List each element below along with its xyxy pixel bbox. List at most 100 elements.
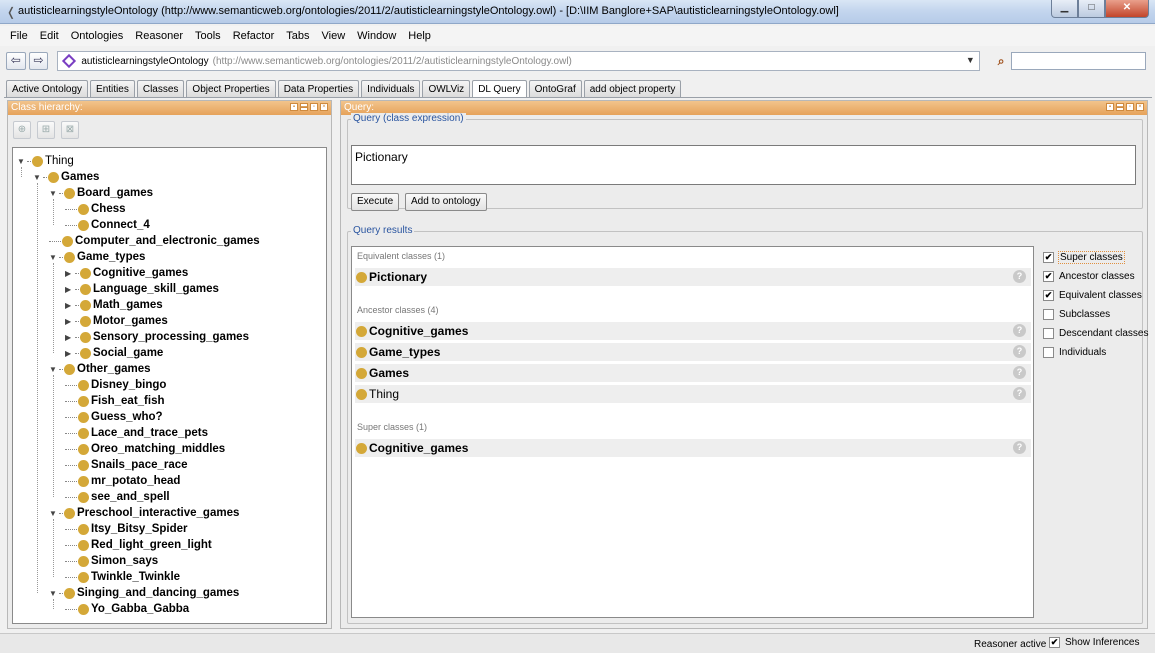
panel-minimize-icon[interactable]: ▬ [1116,103,1124,111]
tree-node[interactable]: ▶ Cognitive_games [65,265,188,281]
tab-active-ontology[interactable]: Active Ontology [6,80,89,98]
expand-triangle-icon[interactable]: ▶ [65,333,75,342]
menu-tools[interactable]: Tools [195,30,221,42]
add-to-ontology-button[interactable]: Add to ontology [405,193,487,211]
expand-triangle-icon[interactable]: ▶ [65,285,75,294]
explain-question-icon[interactable]: ? [1013,366,1026,379]
chevron-down-icon[interactable]: ▼ [966,55,975,65]
tree-node[interactable]: Chess [65,201,126,217]
collapse-triangle-icon[interactable]: ▼ [49,589,59,598]
tree-node[interactable]: Snails_pace_race [65,457,188,473]
tree-node[interactable]: ▶ Sensory_processing_games [65,329,249,345]
add-subclass-icon[interactable]: ⊕ [13,121,31,139]
add-sibling-icon[interactable]: ⊞ [37,121,55,139]
result-row[interactable]: Thing? [355,385,1031,403]
show-inferences-checkbox[interactable]: ✔ [1049,637,1060,648]
panel-pin-icon[interactable]: ▪ [1106,103,1114,111]
tree-node[interactable]: Oreo_matching_middles [65,441,225,457]
menu-view[interactable]: View [322,30,346,42]
tree-node[interactable]: ▶ Motor_games [65,313,168,329]
tab-entities[interactable]: Entities [90,80,135,98]
expand-triangle-icon[interactable]: ▶ [65,269,75,278]
menu-file[interactable]: File [10,30,28,42]
option-ancestor-classes[interactable]: ✔ Ancestor classes [1043,267,1149,285]
tree-node[interactable]: ▼ Other_games [49,361,151,377]
option-subclasses[interactable]: Subclasses [1043,305,1149,323]
option-checkbox[interactable]: ✔ [1043,289,1054,301]
menu-reasoner[interactable]: Reasoner [135,30,183,42]
close-button[interactable]: ✕ [1105,0,1149,18]
collapse-triangle-icon[interactable]: ▼ [49,253,59,262]
explain-question-icon[interactable]: ? [1013,324,1026,337]
panel-minimize-icon[interactable]: ▬ [300,103,308,111]
tab-classes[interactable]: Classes [136,80,185,98]
minimize-button[interactable]: ▁ [1051,0,1078,18]
option-checkbox[interactable]: ✔ [1043,251,1054,263]
binoculars-icon[interactable]: ⌕ [998,54,1005,69]
tree-node[interactable]: ▶ Math_games [65,297,163,313]
explain-question-icon[interactable]: ? [1013,345,1026,358]
tree-node[interactable]: ▼ Board_games [49,185,153,201]
menu-tabs[interactable]: Tabs [286,30,309,42]
option-equivalent-classes[interactable]: ✔ Equivalent classes [1043,286,1149,304]
tree-node[interactable]: ▶ Social_game [65,345,163,361]
tree-node[interactable]: ▼ Thing [17,153,74,169]
option-checkbox[interactable] [1043,327,1054,339]
option-individuals[interactable]: Individuals [1043,343,1149,361]
tree-node[interactable]: ▼ Preschool_interactive_games [49,505,239,521]
panel-float-icon[interactable]: ▫ [1126,103,1134,111]
tree-node[interactable]: Guess_who? [65,409,163,425]
back-button[interactable]: ⇦ [6,52,26,70]
tree-node[interactable]: Twinkle_Twinkle [65,569,180,585]
tree-node[interactable]: see_and_spell [65,489,170,505]
explain-question-icon[interactable]: ? [1013,270,1026,283]
menu-help[interactable]: Help [408,30,431,42]
panel-pin-icon[interactable]: ▪ [290,103,298,111]
option-checkbox[interactable]: ✔ [1043,270,1054,282]
option-checkbox[interactable] [1043,308,1054,320]
collapse-triangle-icon[interactable]: ▼ [17,157,27,166]
collapse-triangle-icon[interactable]: ▼ [49,189,59,198]
panel-close-icon[interactable]: × [1136,103,1144,111]
collapse-triangle-icon[interactable]: ▼ [49,365,59,374]
menu-ontologies[interactable]: Ontologies [71,30,124,42]
result-row[interactable]: Cognitive_games? [355,322,1031,340]
menu-edit[interactable]: Edit [40,30,59,42]
panel-float-icon[interactable]: ▫ [310,103,318,111]
result-row[interactable]: Cognitive_games? [355,439,1031,457]
tree-node[interactable]: Yo_Gabba_Gabba [65,601,189,617]
tree-node[interactable]: ▶ Language_skill_games [65,281,219,297]
tree-node[interactable]: Red_light_green_light [65,537,212,553]
tree-node[interactable]: Fish_eat_fish [65,393,165,409]
tree-node[interactable]: ▼ Game_types [49,249,145,265]
tree-node[interactable]: Itsy_Bitsy_Spider [65,521,188,537]
option-checkbox[interactable] [1043,346,1054,358]
ontology-selector[interactable]: autisticlearningstyleOntology (http://ww… [57,51,980,71]
panel-close-icon[interactable]: × [320,103,328,111]
tree-node[interactable]: Computer_and_electronic_games [49,233,260,249]
execute-button[interactable]: Execute [351,193,400,211]
tab-object-properties[interactable]: Object Properties [186,80,276,98]
tree-node[interactable]: Disney_bingo [65,377,166,393]
expand-triangle-icon[interactable]: ▶ [65,301,75,310]
tab-owlviz[interactable]: OWLViz [422,80,471,98]
tree-node[interactable]: Connect_4 [65,217,150,233]
menu-window[interactable]: Window [357,30,396,42]
menu-refactor[interactable]: Refactor [233,30,275,42]
tab-add-object-property[interactable]: add object property [583,80,682,98]
tree-node[interactable]: Lace_and_trace_pets [65,425,208,441]
result-row[interactable]: Games? [355,364,1031,382]
explain-question-icon[interactable]: ? [1013,441,1026,454]
query-expression-input[interactable]: Pictionary [351,145,1136,185]
tab-data-properties[interactable]: Data Properties [277,80,360,98]
result-row[interactable]: Game_types? [355,343,1031,361]
expand-triangle-icon[interactable]: ▶ [65,349,75,358]
forward-button[interactable]: ⇨ [28,52,49,70]
tab-ontograf[interactable]: OntoGraf [528,80,582,98]
tree-node[interactable]: mr_potato_head [65,473,180,489]
option-descendant-classes[interactable]: Descendant classes [1043,324,1149,342]
maximize-button[interactable]: □ [1078,0,1105,18]
search-input[interactable] [1010,52,1146,70]
tree-node[interactable]: ▼ Singing_and_dancing_games [49,585,239,601]
explain-question-icon[interactable]: ? [1013,387,1026,400]
